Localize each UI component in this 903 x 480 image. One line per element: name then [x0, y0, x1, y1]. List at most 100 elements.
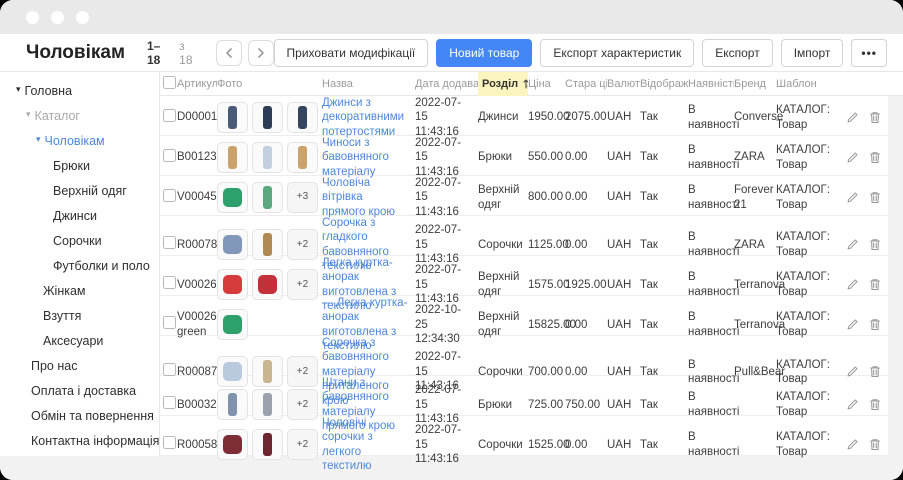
- import-button[interactable]: Імпорт: [781, 39, 844, 67]
- product-name-link[interactable]: Чоловічі сорочки з легкого текстилю: [322, 416, 408, 474]
- sidebar-item-каталог[interactable]: ▾ Каталог: [0, 103, 159, 128]
- column-header-brand[interactable]: Бренд: [734, 78, 776, 90]
- column-header-photo[interactable]: Фото: [217, 78, 322, 90]
- brand-cell: ZARA: [734, 238, 776, 252]
- edit-icon[interactable]: [846, 318, 859, 331]
- product-name-link[interactable]: Чоловіча вітрівка прямого крою: [322, 176, 408, 219]
- row-checkbox[interactable]: [163, 436, 176, 449]
- row-checkbox[interactable]: [163, 316, 176, 329]
- sidebar-item-оплата-і-доставка[interactable]: ▾ Оплата і доставка: [0, 378, 159, 403]
- display-cell: Так: [640, 278, 688, 292]
- header-bar: Чоловікам 1–18 з 18 Приховати модифікаці…: [0, 34, 903, 72]
- display-cell: Так: [640, 318, 688, 332]
- sidebar-item-взуття[interactable]: ▾ Взуття: [0, 303, 159, 328]
- delete-icon[interactable]: [869, 238, 881, 251]
- product-name-link[interactable]: Чиноси з бавовняного матеріалу: [322, 136, 408, 179]
- sidebar-item-сорочки[interactable]: ▾ Сорочки: [0, 228, 159, 253]
- delete-icon[interactable]: [869, 365, 881, 378]
- delete-icon[interactable]: [869, 191, 881, 204]
- export-button[interactable]: Експорт: [702, 39, 772, 67]
- edit-icon[interactable]: [846, 398, 859, 411]
- row-checkbox[interactable]: [163, 236, 176, 249]
- sidebar-item-брюки[interactable]: ▾ Брюки: [0, 153, 159, 178]
- old-price-cell: 0.00: [565, 238, 607, 252]
- product-name-link[interactable]: Джинси з декоративними потертостями: [322, 96, 408, 139]
- scrollbar-gutter[interactable]: [888, 96, 903, 456]
- sidebar-item-label: Обмін та повернення: [31, 409, 154, 423]
- window-minimize-icon[interactable]: [51, 11, 64, 24]
- sidebar-item-label: Оплата і доставка: [31, 384, 136, 398]
- garment-shape: [298, 146, 307, 169]
- sidebar-item-аксесуари[interactable]: ▾ Аксесуари: [0, 328, 159, 353]
- row-checkbox[interactable]: [163, 109, 176, 122]
- window-close-icon[interactable]: [26, 11, 39, 24]
- hide-modifications-button[interactable]: Приховати модифікації: [274, 39, 429, 67]
- edit-icon[interactable]: [846, 278, 859, 291]
- sidebar-item-label: Верхній одяг: [53, 184, 127, 198]
- row-checkbox[interactable]: [163, 396, 176, 409]
- more-actions-button[interactable]: •••: [851, 39, 887, 67]
- date-cell: 2022-07-15 11:43:16: [415, 423, 478, 466]
- delete-icon[interactable]: [869, 398, 881, 411]
- delete-icon[interactable]: [869, 111, 881, 124]
- select-all-checkbox[interactable]: [163, 76, 176, 89]
- more-photos-badge: +3: [287, 182, 318, 213]
- sidebar-item-про-нас[interactable]: ▾ Про нас: [0, 353, 159, 378]
- row-checkbox[interactable]: [163, 149, 176, 162]
- delete-icon[interactable]: [869, 278, 881, 291]
- currency-cell: UAH: [607, 365, 640, 379]
- column-header-stock[interactable]: Наявність: [688, 78, 734, 90]
- row-checkbox[interactable]: [163, 189, 176, 202]
- column-header-date[interactable]: Дата додавання: [415, 78, 478, 90]
- template-cell: КАТАЛОГ: Товар: [776, 390, 845, 419]
- window-maximize-icon[interactable]: [76, 11, 89, 24]
- new-product-button[interactable]: Новий товар: [436, 39, 532, 67]
- delete-icon[interactable]: [869, 318, 881, 331]
- sidebar-item-контактна-інформація[interactable]: ▾ Контактна інформація: [0, 428, 159, 453]
- edit-icon[interactable]: [846, 191, 859, 204]
- section-cell: Верхній одяг: [478, 310, 528, 339]
- sidebar-item-футболки-и-поло[interactable]: ▾ Футболки и поло: [0, 253, 159, 278]
- currency-cell: UAH: [607, 150, 640, 164]
- sidebar-item-блог[interactable]: ▾ Блог: [0, 453, 159, 456]
- sidebar-item-обмін-та-повернення[interactable]: ▾ Обмін та повернення: [0, 403, 159, 428]
- column-header-old-price[interactable]: Стара ціна: [565, 78, 607, 90]
- sidebar-item-чоловікам[interactable]: ▾ Чоловікам: [0, 128, 159, 153]
- row-checkbox[interactable]: [163, 276, 176, 289]
- photo-cell: [217, 102, 322, 133]
- edit-icon[interactable]: [846, 111, 859, 124]
- sidebar-item-головна[interactable]: ▾ Головна: [0, 78, 159, 103]
- sidebar-item-джинси[interactable]: ▾ Джинси: [0, 203, 159, 228]
- next-page-button[interactable]: [248, 40, 274, 66]
- sidebar-item-жінкам[interactable]: ▾ Жінкам: [0, 278, 159, 303]
- product-photo: [217, 356, 248, 387]
- chevron-right-icon: [257, 48, 265, 58]
- column-header-price[interactable]: Ціна: [528, 78, 565, 90]
- product-photo: [252, 429, 283, 460]
- sidebar-item-верхній-одяг[interactable]: ▾ Верхній одяг: [0, 178, 159, 203]
- garment-shape: [228, 146, 237, 169]
- column-header-sku[interactable]: Артикул: [177, 78, 217, 90]
- price-cell: 700.00: [528, 365, 565, 379]
- more-photos-badge: +2: [287, 269, 318, 300]
- edit-icon[interactable]: [846, 151, 859, 164]
- column-header-display[interactable]: Відображати: [640, 78, 688, 90]
- edit-icon[interactable]: [846, 238, 859, 251]
- edit-icon[interactable]: [846, 365, 859, 378]
- column-header-currency[interactable]: Валюта: [607, 78, 640, 90]
- brand-cell: ZARA: [734, 150, 776, 164]
- column-header-template[interactable]: Шаблон: [776, 78, 845, 90]
- garment-shape: [223, 435, 242, 454]
- export-characteristics-button[interactable]: Експорт характеристик: [540, 39, 694, 67]
- stock-cell: В наявності: [688, 230, 734, 259]
- prev-page-button[interactable]: [216, 40, 242, 66]
- edit-icon[interactable]: [846, 438, 859, 451]
- product-photo: [217, 269, 248, 300]
- delete-icon[interactable]: [869, 151, 881, 164]
- column-header-section[interactable]: Розділ: [478, 72, 528, 96]
- row-checkbox[interactable]: [163, 363, 176, 376]
- delete-icon[interactable]: [869, 438, 881, 451]
- sidebar-item-label: Каталог: [35, 109, 80, 123]
- column-header-name[interactable]: Назва: [322, 78, 415, 90]
- currency-cell: UAH: [607, 190, 640, 204]
